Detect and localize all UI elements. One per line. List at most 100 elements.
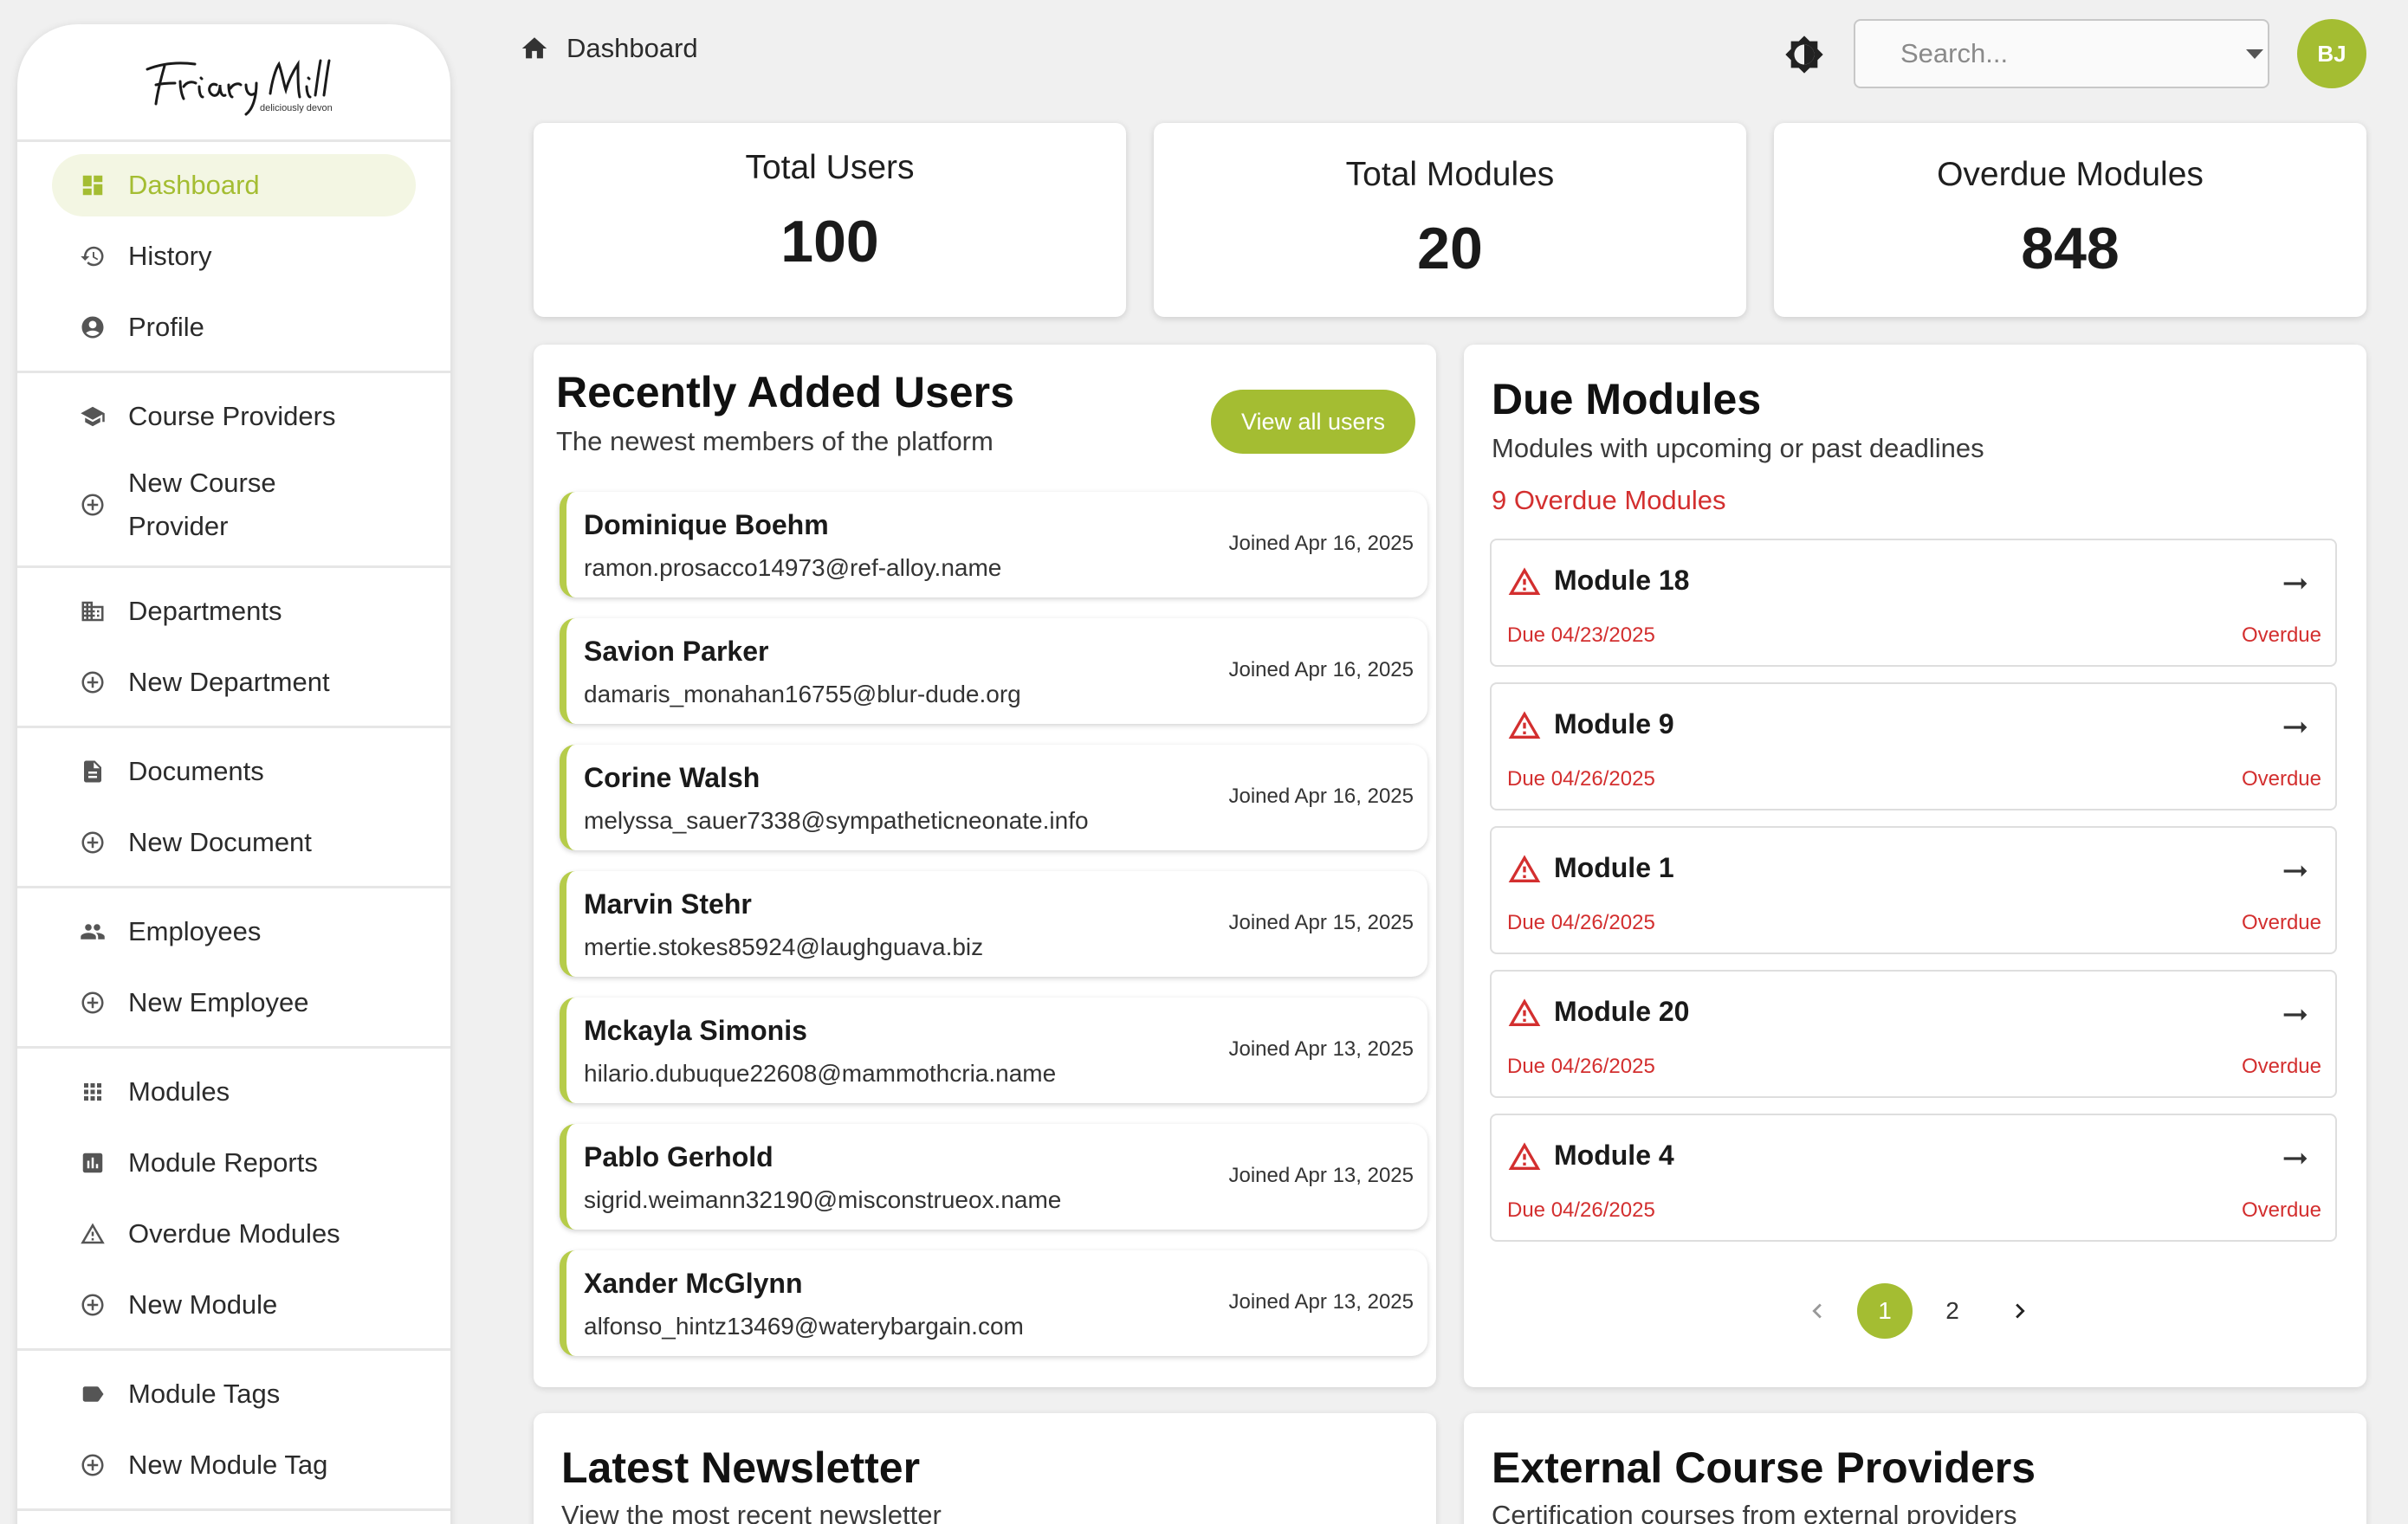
stat-card-overdue-modules: Overdue Modules 848	[1774, 123, 2366, 317]
sidebar-item-new-employee[interactable]: New Employee	[52, 972, 416, 1034]
module-due-date: Due 04/23/2025	[1507, 623, 1655, 647]
module-due-date: Due 04/26/2025	[1507, 1198, 1655, 1222]
business-icon	[80, 598, 106, 624]
svg-text:deliciously devon: deliciously devon	[260, 103, 333, 113]
arrow-forward-icon[interactable]	[2278, 710, 2313, 745]
chevron-down-icon[interactable]	[2246, 48, 2263, 59]
stat-label: Total Users	[745, 149, 915, 186]
warning-icon	[1508, 567, 1541, 595]
module-list-item[interactable]: Module 1 Due 04/26/2025 Overdue	[1490, 826, 2337, 954]
module-list-item[interactable]: Module 9 Due 04/26/2025 Overdue	[1490, 682, 2337, 810]
breadcrumb-label[interactable]: Dashboard	[566, 33, 698, 64]
add-circle-icon	[80, 669, 106, 695]
sidebar-item-label: Dashboard	[128, 170, 260, 200]
nav-group: Departments New Department	[17, 568, 450, 728]
warning-icon	[80, 1221, 106, 1247]
sidebar-item-label: New Department	[128, 667, 330, 697]
sidebar-item-label: Documents	[128, 756, 264, 786]
user-name: Mckayla Simonis	[584, 1015, 807, 1046]
sidebar-item-new-module[interactable]: New Module	[52, 1274, 416, 1336]
sidebar-item-module-tags[interactable]: Module Tags	[52, 1363, 416, 1425]
arrow-forward-icon[interactable]	[2278, 998, 2313, 1032]
user-list-item[interactable]: Mckayla Simonis hilario.dubuque22608@mamm…	[560, 998, 1427, 1103]
nav-group: Documents New Document	[17, 728, 450, 888]
breadcrumb: Dashboard	[520, 33, 698, 64]
user-joined-date: Joined Apr 15, 2025	[1228, 911, 1414, 934]
stat-value: 20	[1417, 216, 1483, 281]
theme-toggle-icon[interactable]	[1784, 35, 1824, 74]
sidebar-item-new-module-tag[interactable]: New Module Tag	[52, 1434, 416, 1496]
sidebar-item-new-department[interactable]: New Department	[52, 651, 416, 714]
module-name: Module 18	[1554, 565, 1690, 596]
user-joined-date: Joined Apr 13, 2025	[1228, 1037, 1414, 1061]
sidebar-item-dashboard[interactable]: Dashboard	[52, 154, 416, 216]
user-list-item[interactable]: Marvin Stehr mertie.stokes85924@laughguav…	[560, 871, 1427, 977]
user-name: Marvin Stehr	[584, 888, 752, 920]
user-name: Pablo Gerhold	[584, 1141, 774, 1172]
status-badge: Overdue	[2241, 767, 2321, 791]
user-list-item[interactable]: Pablo Gerhold sigrid.weimann32190@miscons…	[560, 1124, 1427, 1230]
home-icon[interactable]	[520, 34, 549, 63]
user-list-item[interactable]: Corine Walsh melyssa_sauer7338@sympatheti…	[560, 745, 1427, 850]
account-circle-icon	[80, 314, 106, 340]
sidebar-item-new-course-provider[interactable]: New Course Provider	[52, 456, 416, 553]
sidebar-item-label: Departments	[128, 596, 282, 626]
pagination-next[interactable]	[1992, 1283, 2048, 1339]
stat-label: Total Modules	[1345, 156, 1555, 193]
chevron-left-icon	[1812, 1303, 1822, 1319]
add-circle-icon	[80, 990, 106, 1016]
sidebar-item-documents[interactable]: Documents	[52, 740, 416, 803]
sidebar-item-modules[interactable]: Modules	[52, 1061, 416, 1123]
module-list-item[interactable]: Module 4 Due 04/26/2025 Overdue	[1490, 1114, 2337, 1242]
logo[interactable]: deliciously devon	[17, 24, 450, 142]
stat-card-total-users: Total Users 100	[534, 123, 1126, 317]
module-list-item[interactable]: Module 20 Due 04/26/2025 Overdue	[1490, 970, 2337, 1098]
pagination-page[interactable]: 1	[1857, 1283, 1913, 1339]
history-icon	[80, 243, 106, 269]
warning-icon	[1508, 855, 1541, 882]
user-email: melyssa_sauer7338@sympatheticneonate.inf…	[584, 807, 1089, 834]
sidebar-item-label: History	[128, 241, 212, 271]
due-modules-panel: Due Modules Modules with upcoming or pas…	[1464, 345, 2366, 1387]
school-icon	[80, 404, 106, 429]
sidebar-item-profile[interactable]: Profile	[52, 296, 416, 358]
arrow-forward-icon[interactable]	[2278, 1141, 2313, 1176]
pagination-prev[interactable]	[1790, 1283, 1845, 1339]
sidebar: deliciously devon Dashboard History Profil…	[17, 24, 450, 1524]
user-name: Dominique Boehm	[584, 509, 829, 540]
sidebar-item-overdue-modules[interactable]: Overdue Modules	[52, 1203, 416, 1265]
user-email: sigrid.weimann32190@misconstrueox.name	[584, 1186, 1062, 1213]
sidebar-item-employees[interactable]: Employees	[52, 901, 416, 963]
module-list-item[interactable]: Module 18 Due 04/23/2025 Overdue	[1490, 539, 2337, 667]
sidebar-item-label: New Employee	[128, 987, 309, 1017]
avatar[interactable]: BJ	[2297, 19, 2366, 88]
sidebar-item-departments[interactable]: Departments	[52, 580, 416, 643]
user-list-item[interactable]: Xander McGlynn alfonso_hintz13469@wateryb…	[560, 1250, 1427, 1356]
nav-group: Course Providers New Course Provider	[17, 373, 450, 568]
status-badge: Overdue	[2241, 1055, 2321, 1078]
pagination-page[interactable]: 2	[1925, 1283, 1980, 1339]
panel-title: Recently Added Users	[556, 368, 1014, 417]
user-email: alfonso_hintz13469@waterybargain.com	[584, 1313, 1024, 1340]
arrow-forward-icon[interactable]	[2278, 854, 2313, 888]
sidebar-item-label: Employees	[128, 916, 262, 946]
user-list-item[interactable]: Dominique Boehm ramon.prosacco14973@ref-a…	[560, 492, 1427, 597]
search-input[interactable]	[1900, 38, 2246, 69]
user-list-item[interactable]: Savion Parker damaris_monahan16755@blur-d…	[560, 618, 1427, 724]
nav-group: Employees New Employee	[17, 888, 450, 1049]
sidebar-item-new-document[interactable]: New Document	[52, 811, 416, 874]
search-box[interactable]	[1854, 19, 2269, 88]
add-circle-icon	[80, 1292, 106, 1318]
arrow-forward-icon[interactable]	[2278, 566, 2313, 601]
status-badge: Overdue	[2241, 1198, 2321, 1222]
sidebar-item-course-providers[interactable]: Course Providers	[52, 385, 416, 448]
sidebar-item-label: Module Tags	[128, 1379, 281, 1409]
view-all-users-button[interactable]: View all users	[1211, 390, 1415, 454]
people-icon	[80, 919, 106, 945]
label-icon	[80, 1381, 106, 1407]
status-badge: Overdue	[2241, 623, 2321, 647]
sidebar-item-label: Modules	[128, 1076, 230, 1107]
user-joined-date: Joined Apr 16, 2025	[1228, 658, 1414, 681]
sidebar-item-history[interactable]: History	[52, 225, 416, 287]
sidebar-item-module-reports[interactable]: Module Reports	[52, 1132, 416, 1194]
